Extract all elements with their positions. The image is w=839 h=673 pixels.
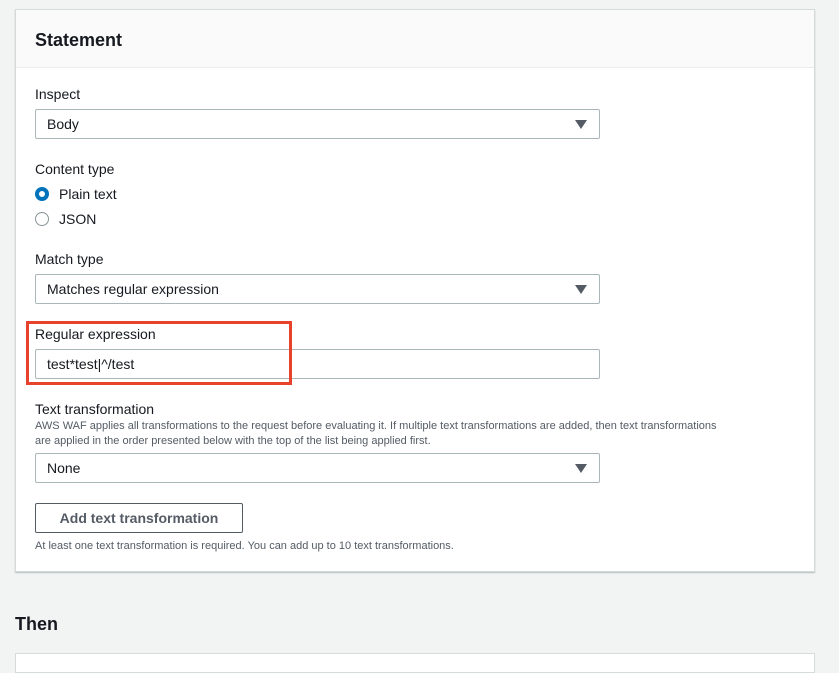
statement-panel: Statement Inspect Body Content type Plai… (15, 9, 815, 572)
match-type-select[interactable]: Matches regular expression (35, 274, 600, 304)
text-transformation-select-value: None (47, 460, 81, 476)
inspect-select-value: Body (47, 116, 79, 132)
inspect-label: Inspect (35, 86, 81, 102)
caret-down-icon (575, 120, 587, 129)
regex-input-value: test*test|^/test (47, 356, 135, 372)
text-transformation-select[interactable]: None (35, 453, 600, 483)
text-transformation-description: AWS WAF applies all transformations to t… (35, 420, 717, 447)
radio-checked-icon[interactable] (35, 187, 49, 201)
radio-unchecked-icon[interactable] (35, 212, 49, 226)
add-text-transformation-button[interactable]: Add text transformation (35, 503, 243, 533)
match-type-select-value: Matches regular expression (47, 281, 219, 297)
text-transformation-label: Text transformation (35, 401, 155, 417)
then-title: Then (15, 614, 58, 634)
statement-header (16, 10, 814, 68)
then-panel (15, 653, 815, 673)
regex-label: Regular expression (35, 326, 156, 342)
inspect-select[interactable]: Body (35, 109, 600, 139)
plain-text-label: Plain text (59, 186, 117, 202)
caret-down-icon (575, 285, 587, 294)
regex-input[interactable]: test*test|^/test (35, 349, 600, 379)
statement-title: Statement (35, 30, 123, 50)
content-type-label: Content type (35, 161, 115, 177)
match-type-label: Match type (35, 251, 104, 267)
caret-down-icon (575, 464, 587, 473)
text-transformation-hint: At least one text transformation is requ… (35, 540, 454, 552)
json-label: JSON (59, 211, 97, 227)
